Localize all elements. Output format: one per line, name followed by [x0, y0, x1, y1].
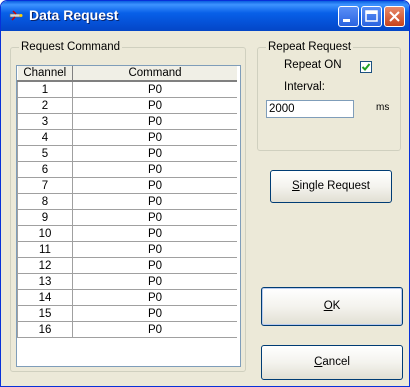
- command-cell[interactable]: P0: [72, 80, 237, 98]
- table-row[interactable]: 16 P0: [17, 321, 237, 338]
- ok-button[interactable]: OK: [261, 287, 403, 326]
- command-cell[interactable]: P0: [72, 177, 237, 194]
- close-button[interactable]: [384, 6, 405, 27]
- data-request-dialog: Data Request Request Command Channel Com…: [0, 0, 410, 387]
- command-cell[interactable]: P0: [72, 241, 237, 258]
- channel-cell[interactable]: 6: [17, 161, 73, 178]
- command-cell[interactable]: P0: [72, 97, 237, 114]
- check-mark-icon: [361, 63, 371, 71]
- cancel-button[interactable]: Cancel: [261, 345, 403, 380]
- command-cell[interactable]: P0: [72, 145, 237, 162]
- command-cell[interactable]: P0: [72, 289, 237, 306]
- command-cell[interactable]: P0: [72, 209, 237, 226]
- channel-cell[interactable]: 5: [17, 145, 73, 162]
- command-table-box: Channel Command 1 P0 2 P0 3 P0 4 P0 5 P0 6 P0 7 P0 8 P0…: [16, 65, 241, 367]
- ok-accel: O: [323, 300, 333, 312]
- command-cell[interactable]: P0: [72, 129, 237, 146]
- single-request-accel: S: [292, 180, 300, 192]
- command-cell[interactable]: P0: [72, 113, 237, 130]
- table-row[interactable]: 6 P0: [17, 161, 237, 178]
- table-row[interactable]: 7 P0: [17, 177, 237, 194]
- table-row[interactable]: 8 P0: [17, 193, 237, 210]
- title-bar[interactable]: Data Request: [1, 1, 409, 31]
- column-header-channel[interactable]: Channel: [17, 66, 73, 82]
- command-cell[interactable]: P0: [72, 257, 237, 274]
- app-icon: [9, 10, 23, 21]
- dialog-body: Request Command Channel Command 1 P0 2 P0 3 P…: [5, 31, 405, 384]
- single-request-button[interactable]: Single Request: [270, 170, 392, 203]
- channel-cell[interactable]: 16: [17, 321, 73, 338]
- table-row[interactable]: 10 P0: [17, 225, 237, 242]
- table-row[interactable]: 9 P0: [17, 209, 237, 226]
- table-row[interactable]: 13 P0: [17, 273, 237, 290]
- column-header-command[interactable]: Command: [72, 66, 237, 82]
- repeat-on-label: Repeat ON: [284, 59, 342, 71]
- request-command-group: Request Command Channel Command 1 P0 2 P0 3 P…: [10, 40, 246, 372]
- channel-cell[interactable]: 10: [17, 225, 73, 242]
- channel-cell[interactable]: 4: [17, 129, 73, 146]
- maximize-icon: [365, 10, 378, 22]
- channel-cell[interactable]: 13: [17, 273, 73, 290]
- repeat-request-group: Repeat Request Repeat ON Interval: 2000 …: [257, 40, 401, 151]
- channel-cell[interactable]: 1: [17, 80, 73, 98]
- window-title: Data Request: [29, 7, 119, 23]
- channel-cell[interactable]: 15: [17, 305, 73, 322]
- request-command-legend: Request Command: [19, 40, 123, 54]
- interval-unit-label: ms: [376, 102, 390, 113]
- cancel-label: ancel: [322, 356, 350, 368]
- command-cell[interactable]: P0: [72, 305, 237, 322]
- channel-cell[interactable]: 7: [17, 177, 73, 194]
- channel-cell[interactable]: 8: [17, 193, 73, 210]
- command-cell[interactable]: P0: [72, 161, 237, 178]
- single-request-label: ingle Request: [299, 180, 370, 192]
- channel-cell[interactable]: 3: [17, 113, 73, 130]
- channel-cell[interactable]: 9: [17, 209, 73, 226]
- table-row[interactable]: 5 P0: [17, 145, 237, 162]
- command-cell[interactable]: P0: [72, 193, 237, 210]
- table-row[interactable]: 1 P0: [17, 80, 237, 98]
- table-body: 1 P0 2 P0 3 P0 4 P0 5 P0 6 P0 7 P0 8 P0 9 P0 10 P0 11 P0 12 P0 1…: [17, 80, 237, 338]
- command-cell[interactable]: P0: [72, 321, 237, 338]
- repeat-on-checkbox[interactable]: [360, 61, 372, 73]
- table-row[interactable]: 3 P0: [17, 113, 237, 130]
- command-table: Channel Command 1 P0 2 P0 3 P0 4 P0 5 P0 6 P0 7 P0 8 P0…: [17, 66, 237, 338]
- minimize-icon: [343, 19, 350, 22]
- command-cell[interactable]: P0: [72, 273, 237, 290]
- table-row[interactable]: 15 P0: [17, 305, 237, 322]
- minimize-button[interactable]: [338, 6, 359, 27]
- maximize-button[interactable]: [361, 6, 382, 27]
- ok-label: K: [332, 300, 341, 312]
- command-cell[interactable]: P0: [72, 225, 237, 242]
- table-header-row: Channel Command: [17, 66, 237, 82]
- channel-cell[interactable]: 12: [17, 257, 73, 274]
- table-row[interactable]: 14 P0: [17, 289, 237, 306]
- channel-cell[interactable]: 11: [17, 241, 73, 258]
- close-icon: [389, 11, 400, 22]
- table-row[interactable]: 11 P0: [17, 241, 237, 258]
- channel-cell[interactable]: 14: [17, 289, 73, 306]
- table-row[interactable]: 12 P0: [17, 257, 237, 274]
- channel-cell[interactable]: 2: [17, 97, 73, 114]
- table-row[interactable]: 2 P0: [17, 97, 237, 114]
- table-row[interactable]: 4 P0: [17, 129, 237, 146]
- interval-input[interactable]: 2000: [266, 100, 354, 118]
- repeat-request-legend: Repeat Request: [266, 40, 354, 54]
- interval-label: Interval:: [284, 81, 325, 93]
